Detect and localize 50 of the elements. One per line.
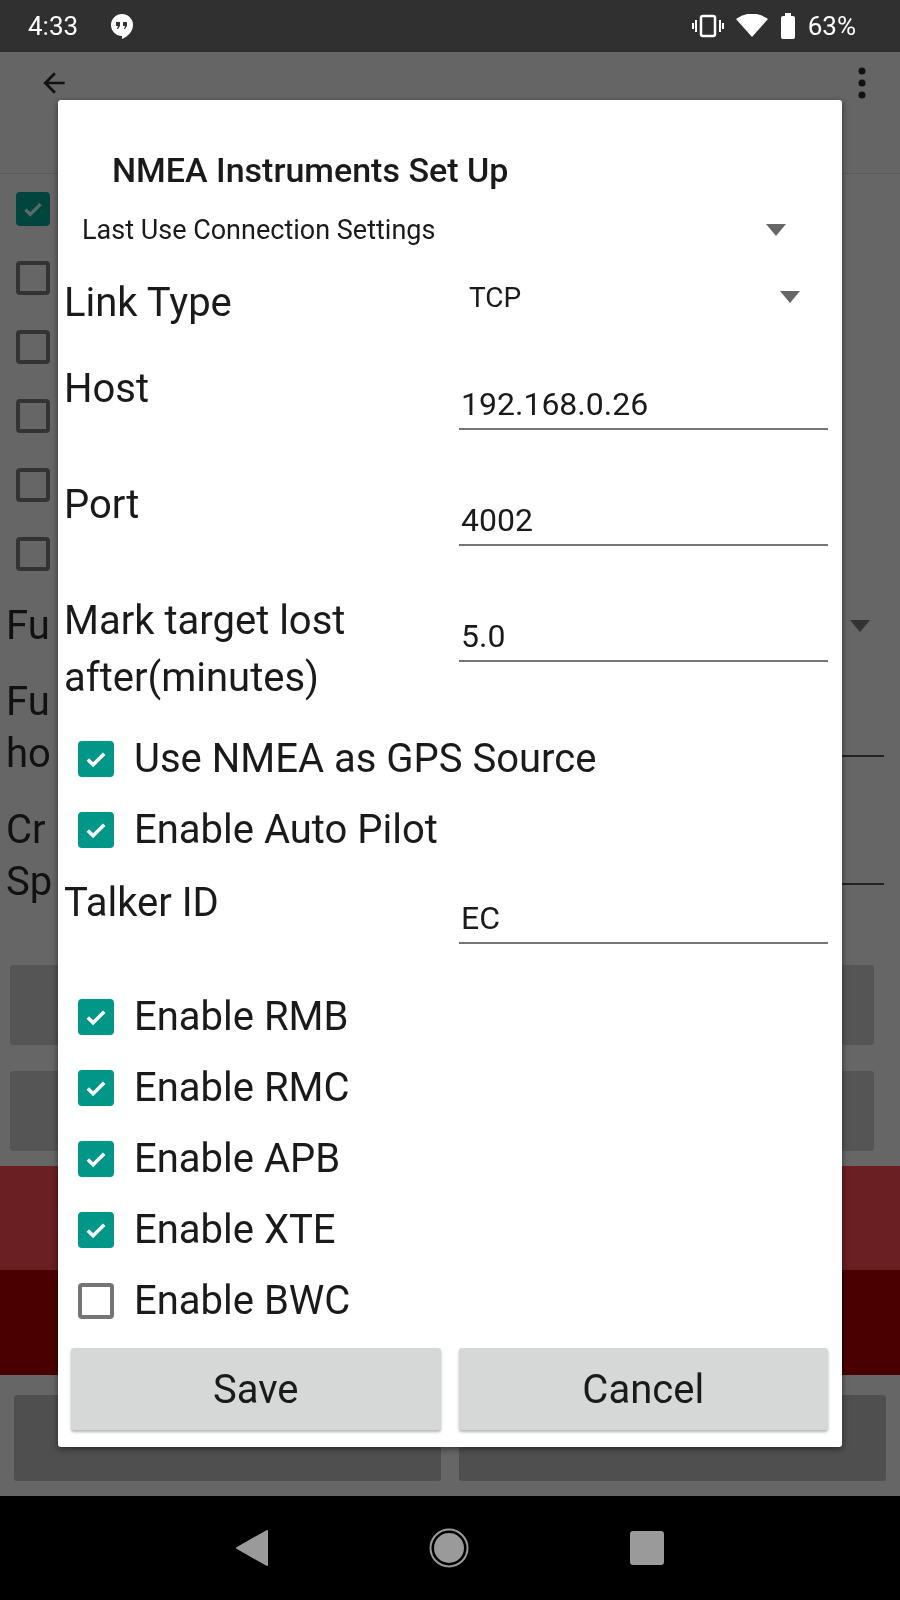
checkbox[interactable] xyxy=(78,740,114,777)
input-field[interactable]: 4002 xyxy=(459,496,828,546)
checkbox[interactable] xyxy=(16,191,50,226)
checkbox-label[interactable]: Enable RMC xyxy=(134,1064,350,1111)
battery-icon xyxy=(779,13,796,39)
checkbox-label[interactable]: Enable XTE xyxy=(134,1206,336,1253)
checkbox[interactable] xyxy=(16,467,50,502)
checkbox[interactable] xyxy=(78,998,114,1035)
checkbox-label[interactable]: Enable APB xyxy=(134,1135,341,1182)
field-label: Host xyxy=(64,364,151,414)
dialog-button[interactable]: Save xyxy=(71,1348,441,1430)
field-label: Talker ID xyxy=(64,878,220,928)
checkbox-label[interactable]: Enable BWC xyxy=(134,1277,351,1324)
dialog-title: NMEA Instruments Set Up xyxy=(111,149,510,192)
clock: 4:33 xyxy=(28,11,79,41)
checkbox[interactable] xyxy=(78,1069,114,1106)
checkbox[interactable] xyxy=(78,811,114,848)
input-field[interactable]: 5.0 xyxy=(459,612,828,662)
preset-dropdown[interactable]: Last Use Connection Settings xyxy=(82,214,436,246)
setting-label: Cr Sp xyxy=(6,805,53,907)
vibrate-icon xyxy=(691,14,724,38)
chat-bubble-icon xyxy=(110,13,135,39)
dropdown-arrow-icon[interactable] xyxy=(766,224,786,236)
field-label: Port xyxy=(64,480,141,530)
checkbox[interactable] xyxy=(16,398,50,433)
field-label: Link Type xyxy=(64,278,233,328)
recents-icon[interactable] xyxy=(630,1531,665,1565)
checkbox[interactable] xyxy=(16,536,50,571)
dropdown-arrow-icon[interactable] xyxy=(780,291,800,303)
checkbox[interactable] xyxy=(78,1211,114,1248)
dropdown-arrow-icon[interactable] xyxy=(850,620,870,632)
wifi-icon xyxy=(735,14,768,38)
home-icon[interactable] xyxy=(429,1528,469,1568)
input-field[interactable]: EC xyxy=(459,894,828,944)
checkbox[interactable] xyxy=(78,1282,114,1319)
setting-label: Fu xyxy=(6,601,50,651)
dialog-button[interactable]: Cancel xyxy=(458,1348,828,1430)
setting-label: Fu ho xyxy=(6,677,51,779)
checkbox-label[interactable]: Enable RMB xyxy=(134,993,349,1040)
dropdown-value[interactable]: TCP xyxy=(469,280,522,314)
checkbox[interactable] xyxy=(16,260,50,295)
checkbox-label[interactable]: Enable Auto Pilot xyxy=(134,806,438,853)
battery-percent: 63% xyxy=(807,11,856,41)
checkbox[interactable] xyxy=(78,1140,114,1177)
field-label: Mark target lost after(minutes) xyxy=(64,596,347,703)
checkbox[interactable] xyxy=(16,329,50,364)
checkbox-label[interactable]: Use NMEA as GPS Source xyxy=(134,735,597,782)
back-icon[interactable] xyxy=(235,1530,268,1566)
overflow-menu-icon[interactable] xyxy=(858,66,866,99)
input-field[interactable]: 192.168.0.26 xyxy=(459,380,828,430)
